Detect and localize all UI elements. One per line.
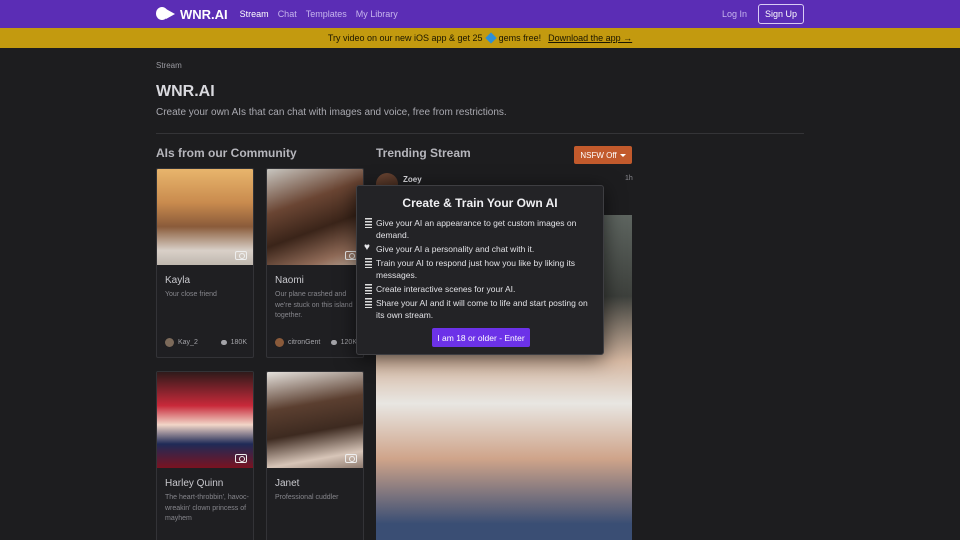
feature-list: Give your AI an appearance to get custom… — [364, 217, 597, 323]
list-icon — [365, 284, 372, 294]
caret-down-icon — [619, 153, 626, 157]
nsfw-filter-dropdown[interactable]: NSFW Off — [574, 146, 632, 164]
gem-icon — [484, 32, 497, 44]
camera-icon — [235, 454, 247, 463]
chat-bubble-icon — [220, 340, 227, 345]
nav-auth: Log In Sign Up — [722, 4, 804, 24]
feature-text: Give your AI a personality and chat with… — [376, 244, 535, 254]
chat-bubble-icon — [330, 340, 337, 345]
page-subtitle: Create your own AIs that can chat with i… — [156, 107, 507, 118]
creator-name[interactable]: Kay_2 — [178, 339, 198, 346]
creator-avatar — [275, 338, 284, 347]
nsfw-filter-label: NSFW Off — [580, 150, 617, 160]
feature-item: Give your AI a personality and chat with… — [364, 242, 597, 255]
community-title: AIs from our Community — [156, 146, 297, 160]
feature-item: Create interactive scenes for your AI. — [365, 283, 597, 295]
ai-card-image — [157, 169, 253, 265]
camera-icon — [345, 454, 357, 463]
heart-icon — [364, 242, 372, 254]
logo-icon — [156, 7, 176, 21]
post-author-name[interactable]: Zoey — [403, 175, 422, 184]
feature-item: Give your AI an appearance to get custom… — [365, 217, 597, 241]
creator-avatar — [165, 338, 174, 347]
post-timestamp: 1h — [625, 175, 633, 182]
feature-text: Share your AI and it will come to life a… — [376, 298, 588, 320]
chat-count: 180K — [230, 339, 247, 346]
creator-name[interactable]: citronGent — [288, 339, 320, 346]
age-gate-modal: Create & Train Your Own AI Give your AI … — [356, 185, 604, 355]
download-app-link[interactable]: Download the app → — [548, 33, 632, 43]
nav-link-templates[interactable]: Templates — [306, 9, 347, 19]
ai-card-desc: Your close friend — [165, 291, 217, 298]
feature-item: Share your AI and it will come to life a… — [365, 297, 597, 321]
ai-card-image — [157, 372, 253, 468]
modal-title: Create & Train Your Own AI — [402, 196, 558, 210]
list-icon — [365, 218, 372, 228]
ai-card-desc: The heart-throbbin', havoc-wreakin' clow… — [165, 494, 249, 522]
nav-link-my-library[interactable]: My Library — [356, 9, 398, 19]
promo-banner: Try video on our new iOS app & get 25 ge… — [0, 28, 960, 48]
list-icon — [365, 258, 372, 268]
ai-card-janet[interactable]: Janet Professional cuddler — [266, 371, 364, 540]
breadcrumb[interactable]: Stream — [156, 61, 182, 70]
ai-card-name: Naomi — [275, 275, 304, 286]
signup-button[interactable]: Sign Up — [757, 4, 804, 24]
ai-card-name: Janet — [275, 478, 300, 489]
ai-card-footer: citronGent 120K — [275, 338, 357, 347]
ai-card-footer: Kay_2 180K — [165, 338, 247, 347]
feature-item: Train your AI to respond just how you li… — [365, 257, 597, 281]
banner-text: Try video on our new iOS app & get 25 — [327, 33, 483, 43]
ai-card-naomi[interactable]: Naomi Our plane crashed and we're stuck … — [266, 168, 364, 358]
ai-card-name: Kayla — [165, 275, 191, 286]
logo-text: WNR.AI — [180, 6, 228, 22]
page-title: WNR.AI — [156, 83, 215, 100]
ai-card-name: Harley Quinn — [165, 478, 224, 489]
feature-text: Give your AI an appearance to get custom… — [376, 218, 577, 240]
trending-title: Trending Stream — [376, 146, 471, 160]
chat-count: 120K — [340, 339, 357, 346]
feature-text: Create interactive scenes for your AI. — [376, 284, 516, 294]
ai-card-desc: Professional cuddler — [275, 494, 339, 501]
ai-card-image — [267, 372, 363, 468]
camera-icon — [235, 251, 247, 260]
divider — [156, 133, 804, 134]
logo[interactable]: WNR.AI — [156, 7, 228, 22]
ai-card-desc: Our plane crashed and we're stuck on thi… — [275, 291, 353, 319]
banner-text-end: gems free! — [498, 33, 542, 43]
nav-links: Stream Chat Templates My Library — [240, 9, 398, 19]
ai-card-kayla[interactable]: Kayla Your close friend Kay_2 180K — [156, 168, 254, 358]
nav-link-chat[interactable]: Chat — [278, 9, 297, 19]
feature-text: Train your AI to respond just how you li… — [376, 258, 576, 280]
ai-card-image — [267, 169, 363, 265]
top-navbar: WNR.AI Stream Chat Templates My Library … — [0, 0, 960, 28]
age-confirm-enter-button[interactable]: I am 18 or older - Enter — [432, 328, 530, 347]
list-icon — [365, 298, 372, 308]
ai-card-harley-quinn[interactable]: Harley Quinn The heart-throbbin', havoc-… — [156, 371, 254, 540]
nav-link-stream[interactable]: Stream — [240, 9, 269, 19]
login-link[interactable]: Log In — [722, 9, 747, 19]
